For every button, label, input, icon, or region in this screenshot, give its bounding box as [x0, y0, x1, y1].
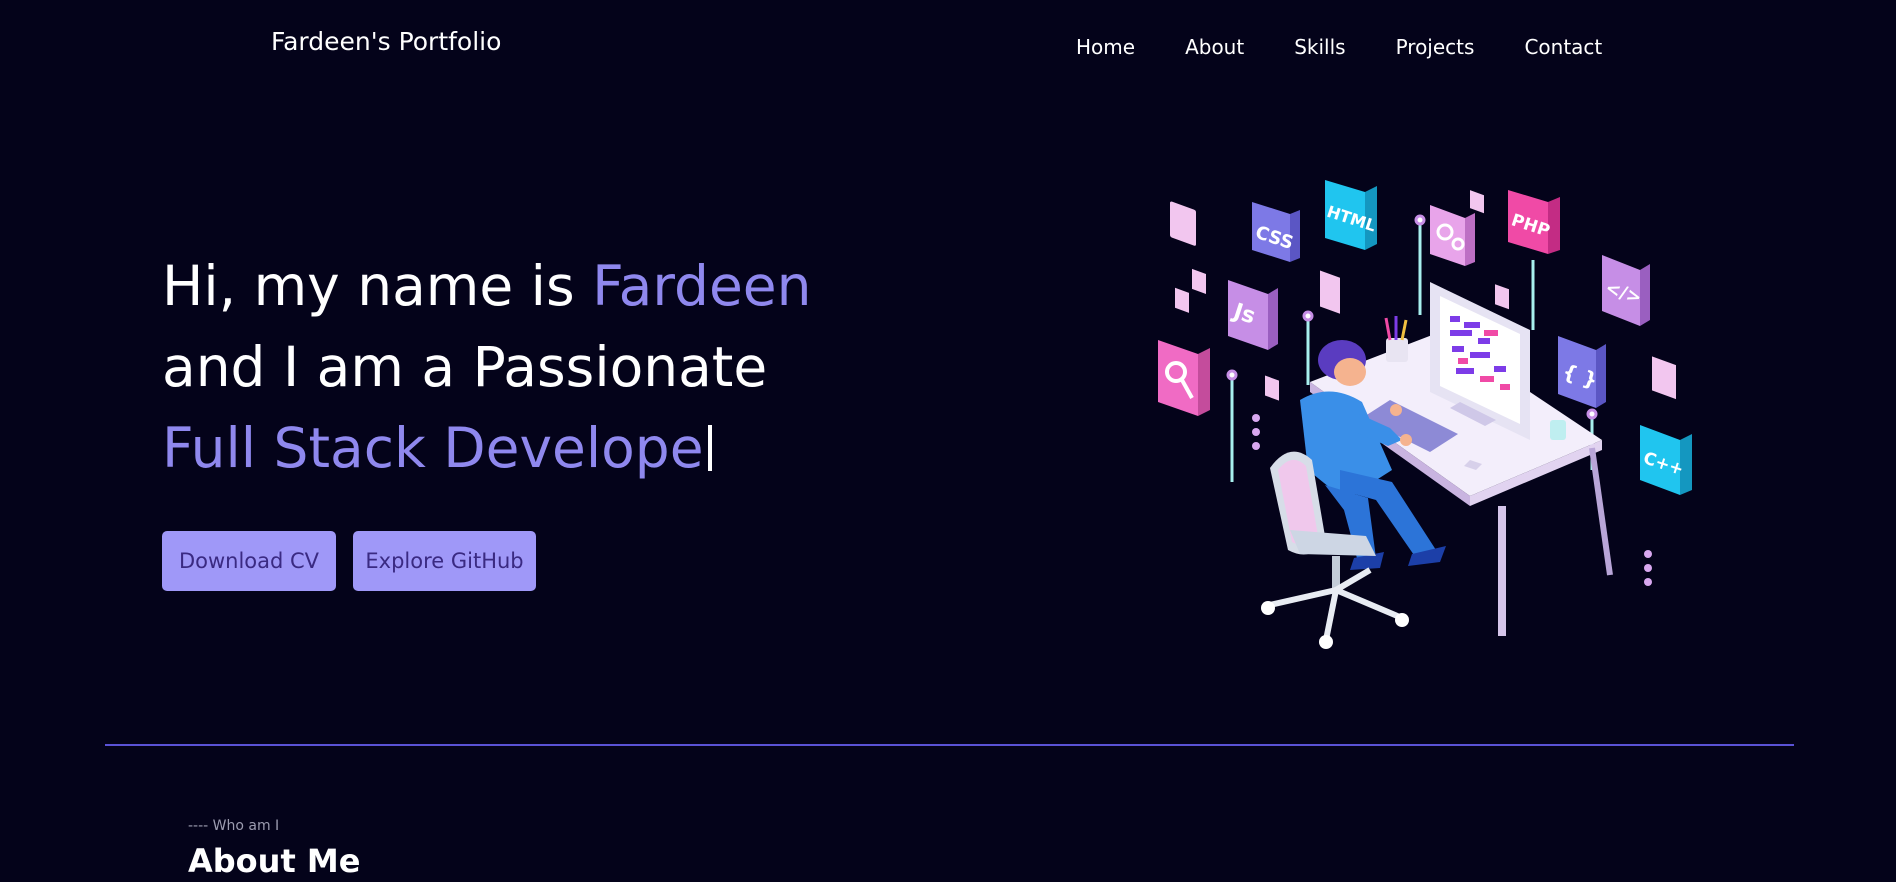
- nav-link-about[interactable]: About: [1185, 35, 1244, 59]
- hero-buttons: Download CV Explore GitHub: [162, 531, 536, 591]
- hero-heading: Hi, my name is Fardeen and I am a Passio…: [162, 246, 811, 489]
- hero-line-2: and I am a Passionate: [162, 335, 768, 399]
- cpp-tile-icon: C++: [1640, 425, 1692, 495]
- download-cv-button[interactable]: Download CV: [162, 531, 336, 591]
- explore-github-button[interactable]: Explore GitHub: [353, 531, 536, 591]
- search-tile-icon: [1158, 340, 1210, 416]
- nav-link-contact[interactable]: Contact: [1524, 35, 1602, 59]
- nav-links: Home About Skills Projects Contact: [1076, 35, 1602, 59]
- top-navbar: Fardeen's Portfolio Home About Skills Pr…: [0, 0, 1896, 96]
- code-tile-icon: </>: [1602, 255, 1650, 326]
- gear-tile-icon: [1430, 205, 1475, 266]
- html-tile-icon: HTML: [1324, 180, 1378, 250]
- hero-line-3: Full Stack Develope: [162, 408, 811, 489]
- hero-name: Fardeen: [592, 254, 812, 318]
- hero-intro-text: Hi, my name is: [162, 254, 593, 318]
- js-tile-icon: Js: [1228, 280, 1278, 350]
- about-section-title: About Me: [188, 842, 361, 880]
- typed-role-text: Full Stack Develope: [162, 416, 704, 480]
- hero-line-1: Hi, my name is Fardeen: [162, 246, 811, 327]
- about-eyebrow-text: ---- Who am I: [188, 818, 280, 834]
- php-tile-icon: PHP: [1508, 190, 1560, 254]
- braces-tile-icon: { }: [1558, 336, 1606, 408]
- coffee-cup: [1550, 420, 1566, 440]
- pencil-cup: [1386, 338, 1408, 362]
- section-divider: [105, 744, 1794, 746]
- developer-illustration: CSS HTML PHP Js </> { } C++: [1158, 180, 1692, 649]
- typing-caret: [707, 425, 712, 471]
- css-tile-icon: CSS: [1252, 202, 1300, 262]
- nav-link-home[interactable]: Home: [1076, 35, 1135, 59]
- brand-logo-text[interactable]: Fardeen's Portfolio: [271, 27, 501, 56]
- nav-link-skills[interactable]: Skills: [1294, 35, 1345, 59]
- nav-link-projects[interactable]: Projects: [1396, 35, 1475, 59]
